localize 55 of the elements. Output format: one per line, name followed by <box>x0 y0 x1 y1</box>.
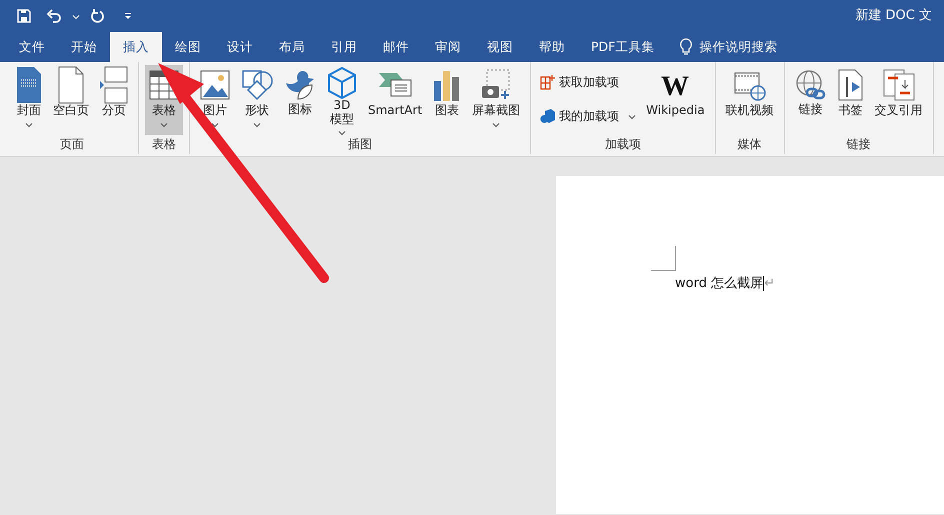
window-title: 新建 DOC 文 <box>855 7 932 26</box>
group-label: 表格 <box>152 136 176 153</box>
ribbon-button[interactable]: 图表 <box>429 65 466 135</box>
ribbon-button[interactable]: 书签 <box>834 65 868 135</box>
ribbon-button[interactable]: 链接 <box>790 65 831 135</box>
ribbon-tab[interactable]: 文件 <box>6 32 58 62</box>
ribbon-button[interactable]: 封面 <box>12 65 46 135</box>
ribbon-tab[interactable]: 视图 <box>474 32 526 62</box>
cover-page-icon <box>16 66 42 104</box>
wikipedia-logo: W <box>659 71 692 99</box>
blank-page-icon <box>58 66 84 104</box>
group-label: 页面 <box>60 136 84 153</box>
blocks-icon <box>540 108 556 124</box>
ribbon-button[interactable]: 屏幕截图 <box>468 65 524 135</box>
margin-corner-mark <box>651 246 676 271</box>
ribbon-tab[interactable]: 设计 <box>214 32 266 62</box>
ribbon-button[interactable]: SmartArt <box>364 65 426 135</box>
ribbon-tab[interactable]: PDF工具集 <box>578 32 668 62</box>
group-label: 加载项 <box>604 136 641 153</box>
cube-icon <box>327 67 357 99</box>
cross-reference-icon <box>882 69 915 101</box>
ribbon-tab[interactable]: 审阅 <box>422 32 474 62</box>
ribbon-button[interactable]: 联机视频 <box>722 65 778 135</box>
bar-chart-icon <box>433 69 462 101</box>
ribbon-button[interactable]: 3D 模型 <box>323 65 361 135</box>
tell-me-search[interactable]: 操作说明搜索 <box>699 38 778 56</box>
group-label: 媒体 <box>738 136 762 153</box>
lightbulb-icon[interactable] <box>679 38 694 56</box>
ribbon-tab[interactable]: 邮件 <box>370 32 422 62</box>
camera-icon <box>481 69 512 101</box>
group-label: 插图 <box>348 136 372 153</box>
group-label: 链接 <box>846 136 871 153</box>
bird-leaf-icon <box>284 69 316 101</box>
ribbon-button[interactable]: W Wikipedia <box>642 65 709 135</box>
document-text[interactable]: word 怎么截屏↵ <box>675 274 775 294</box>
link-icon <box>794 69 827 101</box>
ribbon-tab[interactable]: 帮助 <box>526 32 578 62</box>
ribbon-button[interactable]: 图标 <box>280 65 320 135</box>
ribbon-button[interactable]: 分页 <box>96 65 132 135</box>
picture-icon <box>200 70 230 100</box>
page-break-icon <box>100 66 128 104</box>
bookmark-icon <box>838 69 864 101</box>
shapes-icon <box>241 69 273 101</box>
ribbon-button[interactable]: 形状 <box>237 65 277 135</box>
ribbon-button[interactable]: 获取加载项 <box>537 71 640 93</box>
ribbon-button[interactable]: 我的加载项 <box>537 105 640 127</box>
ribbon-button[interactable]: 图片 <box>196 65 234 135</box>
ribbon-tab[interactable]: 开始 <box>58 32 110 62</box>
ribbon-button[interactable]: 空白页 <box>49 65 93 135</box>
ribbon-button[interactable]: 交叉引用 <box>870 65 927 135</box>
ribbon-tab[interactable]: 插入 <box>110 32 162 62</box>
ribbon-tab[interactable]: 引用 <box>318 32 370 62</box>
grid-plus-icon <box>540 74 556 90</box>
ribbon-tab[interactable]: 布局 <box>266 32 318 62</box>
ribbon-tab[interactable]: 绘图 <box>162 32 214 62</box>
